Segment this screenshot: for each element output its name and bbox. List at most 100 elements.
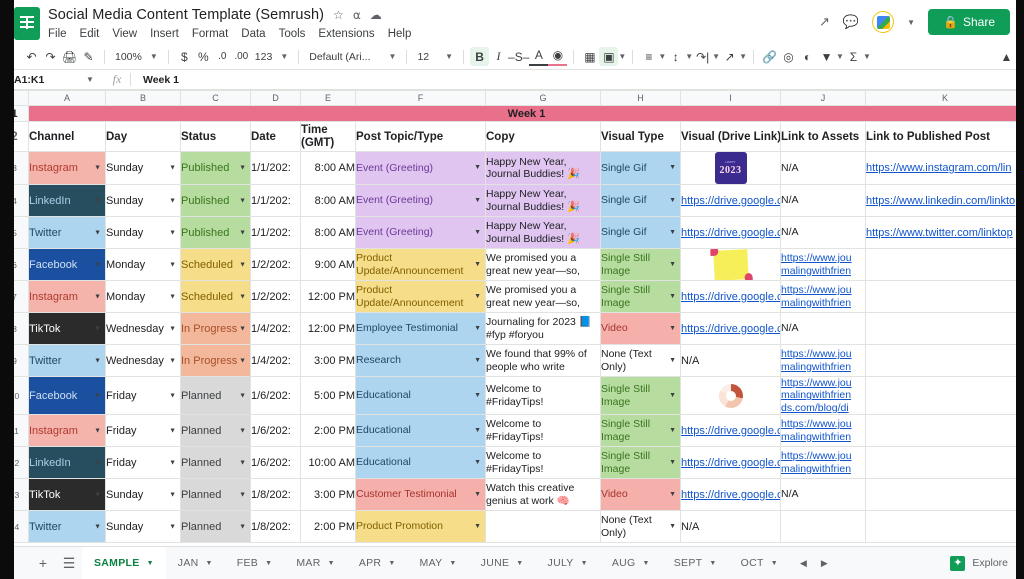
sheet-tab-caret-icon[interactable]: ▼: [147, 560, 154, 567]
dropdown-caret-icon[interactable]: ▼: [239, 459, 246, 466]
cell-time[interactable]: 5:00 PM: [300, 375, 356, 416]
cell-date[interactable]: 1/6/202:: [250, 414, 301, 448]
cell-link-to-published[interactable]: [865, 248, 1024, 281]
column-header-a[interactable]: A: [28, 90, 106, 106]
cell-copy[interactable]: We promised you a great new year—so,: [485, 280, 601, 313]
cell-link-to-published[interactable]: [865, 280, 1024, 313]
cell-visual-drive-link[interactable]: HAPPY 2023: [680, 151, 781, 185]
text-color-button[interactable]: A: [529, 47, 549, 66]
account-avatar-icon[interactable]: [872, 11, 895, 33]
text-rotation-icon[interactable]: ↗: [720, 47, 739, 66]
dropdown-caret-icon[interactable]: ▼: [169, 229, 176, 236]
dropdown-caret-icon[interactable]: ▼: [169, 293, 176, 300]
dropdown-caret-icon[interactable]: ▼: [169, 325, 176, 332]
cell-day[interactable]: Wednesday ▼: [105, 344, 181, 377]
cell-channel[interactable]: Twitter ▼: [28, 510, 106, 544]
chevron-down-icon[interactable]: ▼: [712, 52, 720, 61]
cell-date[interactable]: 1/8/202:: [250, 510, 301, 544]
dropdown-caret-icon[interactable]: ▼: [94, 392, 101, 399]
merge-cells-icon[interactable]: ▣: [599, 47, 619, 66]
menu-insert[interactable]: Insert: [150, 28, 179, 40]
dropdown-caret-icon[interactable]: ▼: [94, 357, 101, 364]
header-date[interactable]: Date: [250, 121, 301, 152]
cell-post-topic[interactable]: Product Update/Announcement ▼: [355, 280, 486, 313]
cell-visual-type[interactable]: Video ▼: [600, 312, 681, 345]
cell-link-to-published[interactable]: https://www.linkedin.com/linkto: [865, 184, 1024, 217]
cell-link-to-published[interactable]: [865, 510, 1024, 544]
sheet-tab-caret-icon[interactable]: ▼: [206, 560, 213, 567]
cell-link-to-assets[interactable]: https://www.jou malingwithfrien: [780, 280, 866, 313]
cell-channel[interactable]: Twitter ▼: [28, 344, 106, 377]
menu-data[interactable]: Data: [241, 28, 265, 40]
percent-format-button[interactable]: %: [194, 47, 213, 66]
decrease-decimal-button[interactable]: .0: [213, 47, 232, 66]
cell-post-topic[interactable]: Customer Testimonial ▼: [355, 478, 486, 512]
print-icon[interactable]: 🖨: [60, 47, 79, 66]
cell-channel[interactable]: Facebook ▼: [28, 248, 106, 281]
dropdown-caret-icon[interactable]: ▼: [239, 165, 246, 172]
cell-date[interactable]: 1/1/202:: [250, 184, 301, 217]
cell-date[interactable]: 1/2/202:: [250, 280, 301, 313]
sheet-tab-caret-icon[interactable]: ▼: [388, 560, 395, 567]
sheet-tab-july[interactable]: JULY ▼: [536, 547, 600, 579]
cell-link-to-published[interactable]: [865, 375, 1024, 416]
sheet-tab-june[interactable]: JUNE ▼: [469, 547, 536, 579]
cell-post-topic[interactable]: Research ▼: [355, 344, 486, 377]
cell-link-to-assets[interactable]: https://www.jou malingwithfrien ds.com/b…: [780, 375, 866, 416]
filter-icon[interactable]: ▼: [817, 47, 836, 66]
cell-date[interactable]: 1/4/202:: [250, 344, 301, 377]
dropdown-caret-icon[interactable]: ▼: [94, 165, 101, 172]
vertical-align-icon[interactable]: ↕: [666, 47, 685, 66]
sheet-tab-caret-icon[interactable]: ▼: [709, 560, 716, 567]
sheet-tab-jan[interactable]: JAN ▼: [166, 547, 225, 579]
cell-time[interactable]: 3:00 PM: [300, 344, 356, 377]
cell-visual-type[interactable]: None (Text Only) ▼: [600, 510, 681, 544]
cell-time[interactable]: 8:00 AM: [300, 184, 356, 217]
chevron-down-icon[interactable]: ▼: [685, 52, 693, 61]
dropdown-caret-icon[interactable]: ▼: [94, 261, 101, 268]
dropdown-caret-icon[interactable]: ▼: [239, 491, 246, 498]
cell-link-to-assets[interactable]: https://www.jou malingwithfrien: [780, 446, 866, 480]
cell-day[interactable]: Sunday ▼: [105, 216, 181, 249]
cell-day[interactable]: Sunday ▼: [105, 478, 181, 512]
cell-copy[interactable]: Happy New Year, Journal Buddies! 🎉: [485, 216, 601, 249]
dropdown-caret-icon[interactable]: ▼: [239, 392, 246, 399]
undo-icon[interactable]: ↶: [22, 47, 41, 66]
menu-extensions[interactable]: Extensions: [318, 28, 374, 40]
cell-post-topic[interactable]: Educational ▼: [355, 414, 486, 448]
cell-link-to-assets[interactable]: N/A: [780, 151, 866, 185]
cell-status[interactable]: Planned ▼: [180, 446, 251, 480]
cell-status[interactable]: Published ▼: [180, 216, 251, 249]
name-box-caret-icon[interactable]: ▼: [86, 75, 104, 84]
activity-chart-icon[interactable]: ↗: [819, 14, 830, 30]
document-title[interactable]: Social Media Content Template (Semrush): [48, 7, 324, 23]
dropdown-caret-icon[interactable]: ▼: [669, 228, 676, 236]
cell-channel[interactable]: Instagram ▼: [28, 280, 106, 313]
dropdown-caret-icon[interactable]: ▼: [669, 523, 676, 531]
cell-day[interactable]: Sunday ▼: [105, 510, 181, 544]
functions-sigma-icon[interactable]: Σ: [844, 47, 863, 66]
cell-day[interactable]: Monday ▼: [105, 280, 181, 313]
dropdown-caret-icon[interactable]: ▼: [669, 164, 676, 172]
currency-format-button[interactable]: $: [175, 47, 194, 66]
cell-copy[interactable]: Journaling for 2023 📘 #fyp #foryou: [485, 312, 601, 345]
header-time[interactable]: Time (GMT): [300, 121, 356, 152]
cell-link-to-published[interactable]: [865, 312, 1024, 345]
cell-post-topic[interactable]: Event (Greeting) ▼: [355, 184, 486, 217]
yellow-sticky-note-thumbnail[interactable]: [712, 249, 749, 280]
dropdown-caret-icon[interactable]: ▼: [474, 196, 481, 204]
cell-link-to-published[interactable]: [865, 344, 1024, 377]
cell-visual-drive-link[interactable]: [680, 248, 781, 281]
cell-link-to-published[interactable]: https://www.twitter.com/linktop: [865, 216, 1024, 249]
share-button[interactable]: 🔒 Share: [928, 9, 1010, 35]
cell-status[interactable]: Published ▼: [180, 151, 251, 185]
cell-visual-drive-link[interactable]: https://drive.google.c: [680, 446, 781, 480]
cell-post-topic[interactable]: Educational ▼: [355, 446, 486, 480]
cell-time[interactable]: 2:00 PM: [300, 414, 356, 448]
dropdown-caret-icon[interactable]: ▼: [474, 164, 481, 172]
paint-format-icon[interactable]: ✎: [79, 47, 98, 66]
cell-date[interactable]: 1/1/202:: [250, 216, 301, 249]
header-post-topic[interactable]: Post Topic/Type: [355, 121, 486, 152]
zoom-control[interactable]: 100% ▼: [111, 51, 162, 63]
cell-copy[interactable]: We found that 99% of people who write: [485, 344, 601, 377]
